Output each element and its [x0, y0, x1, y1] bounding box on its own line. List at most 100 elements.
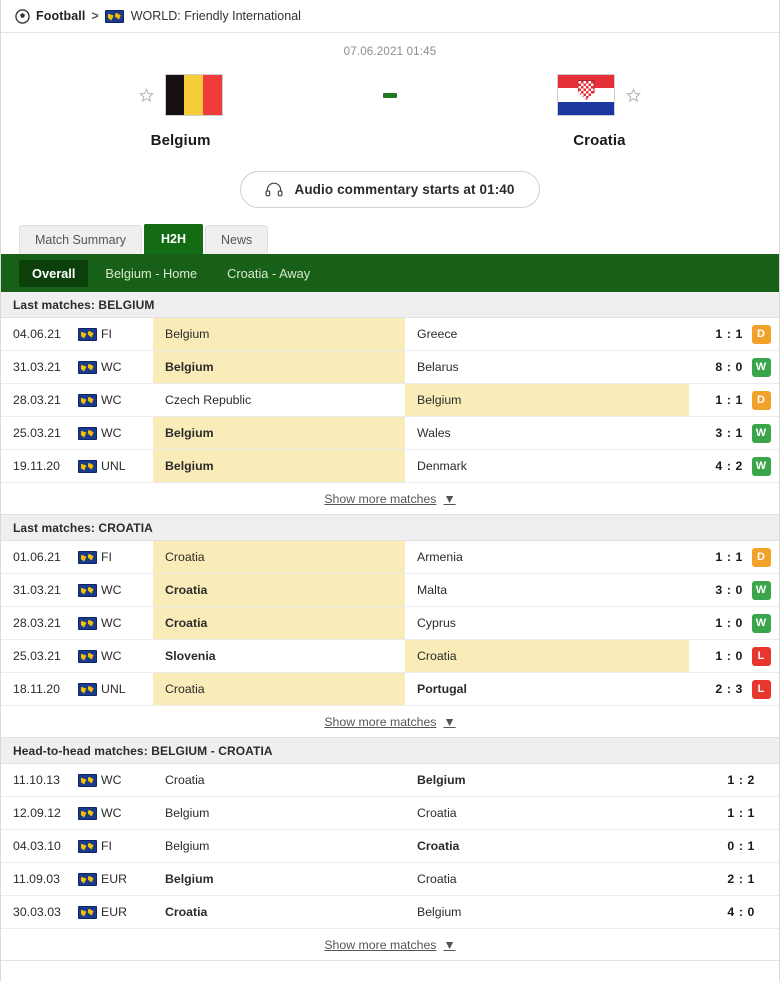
away-team-cell[interactable]: Croatia	[405, 830, 701, 862]
show-more-matches-button[interactable]: Show more matches ▼	[1, 483, 779, 515]
table-row[interactable]: 31.03.21 WC Belgium Belarus 8 : 0 W	[1, 351, 779, 384]
tab-news[interactable]: News	[205, 225, 269, 254]
competition-flag-cell	[73, 574, 101, 606]
home-team-cell[interactable]: Belgium	[153, 863, 405, 895]
table-row[interactable]: 04.03.10 FI Belgium Croatia 0 : 1	[1, 830, 779, 863]
away-team-cell[interactable]: Belgium	[405, 384, 689, 416]
match-score: 0 : 1	[727, 839, 755, 853]
table-row[interactable]: 01.06.21 FI Croatia Armenia 1 : 1 D	[1, 541, 779, 574]
audio-commentary-button[interactable]: Audio commentary starts at 01:40	[240, 171, 540, 208]
away-team-cell[interactable]: Cyprus	[405, 607, 689, 639]
home-team-cell[interactable]: Croatia	[153, 541, 405, 573]
home-team-cell[interactable]: Belgium	[153, 830, 405, 862]
competition-flag-cell	[73, 896, 101, 928]
section-header: Head-to-head matches: BELGIUM - CROATIA	[1, 738, 779, 764]
home-team-cell[interactable]: Belgium	[153, 450, 405, 482]
table-row[interactable]: 18.11.20 UNL Croatia Portugal 2 : 3 L	[1, 673, 779, 706]
home-team-cell[interactable]: Belgium	[153, 318, 405, 350]
home-team-cell[interactable]: Croatia	[153, 764, 405, 796]
match-score: 2 : 3	[715, 682, 743, 696]
table-row[interactable]: 28.03.21 WC Czech Republic Belgium 1 : 1 D	[1, 384, 779, 417]
status-badge: L	[751, 646, 771, 666]
table-row[interactable]: 19.11.20 UNL Belgium Denmark 4 : 2 W	[1, 450, 779, 483]
status-badge: W	[751, 423, 771, 443]
home-team-cell[interactable]: Belgium	[153, 417, 405, 449]
away-team-cell[interactable]: Greece	[405, 318, 689, 350]
competition-code: WC	[101, 616, 122, 630]
tab-match-summary[interactable]: Match Summary	[19, 225, 142, 254]
away-team-cell[interactable]: Wales	[405, 417, 689, 449]
breadcrumb: Football > WORLD: Friendly International	[1, 0, 779, 33]
match-score: 3 : 1	[715, 426, 743, 440]
tab-h2h[interactable]: H2H	[144, 223, 204, 254]
breadcrumb-sport[interactable]: Football	[36, 9, 85, 23]
audio-commentary-wrap: Audio commentary starts at 01:40	[1, 171, 779, 224]
favorite-star-icon-home[interactable]	[138, 87, 154, 103]
home-team-cell[interactable]: Croatia	[153, 896, 405, 928]
subtab-croatia-away[interactable]: Croatia - Away	[214, 260, 323, 287]
table-row[interactable]: 30.03.03 EUR Croatia Belgium 4 : 0	[1, 896, 779, 929]
competition-flag-cell	[73, 351, 101, 383]
status-badge: W	[751, 613, 771, 633]
subtab-belgium-home[interactable]: Belgium - Home	[92, 260, 210, 287]
show-more-matches-button[interactable]: Show more matches ▼	[1, 706, 779, 738]
home-team-cell[interactable]: Croatia	[153, 607, 405, 639]
match-date: 11.09.03	[13, 872, 60, 886]
result-badge-cell: W	[743, 450, 779, 482]
competition-code: WC	[101, 426, 122, 440]
result-badge-cell: L	[743, 673, 779, 705]
match-date: 18.11.20	[13, 682, 60, 696]
result-badge-cell: D	[743, 318, 779, 350]
table-row[interactable]: 11.09.03 EUR Belgium Croatia 2 : 1	[1, 863, 779, 896]
table-row[interactable]: 12.09.12 WC Belgium Croatia 1 : 1	[1, 797, 779, 830]
table-row[interactable]: 11.10.13 WC Croatia Belgium 1 : 2	[1, 764, 779, 797]
home-team-cell[interactable]: Croatia	[153, 673, 405, 705]
away-team-cell[interactable]: Croatia	[405, 863, 701, 895]
subtab-overall[interactable]: Overall	[19, 259, 89, 287]
home-team-cell[interactable]: Czech Republic	[153, 384, 405, 416]
table-row[interactable]: 04.06.21 FI Belgium Greece 1 : 1 D	[1, 318, 779, 351]
competition-flag-icon	[77, 682, 97, 696]
result-badge-cell: W	[743, 607, 779, 639]
away-team-cell[interactable]: Belarus	[405, 351, 689, 383]
away-team-cell[interactable]: Malta	[405, 574, 689, 606]
result-badge-cell: L	[743, 640, 779, 672]
breadcrumb-competition[interactable]: WORLD: Friendly International	[131, 9, 301, 23]
away-team-cell[interactable]: Belgium	[405, 764, 701, 796]
home-team-cell[interactable]: Slovenia	[153, 640, 405, 672]
match-date: 04.03.10	[13, 839, 61, 853]
match-date: 12.09.12	[13, 806, 61, 820]
show-more-matches-button[interactable]: Show more matches ▼	[1, 929, 779, 961]
away-team-name[interactable]: Croatia	[573, 132, 625, 149]
table-row[interactable]: 31.03.21 WC Croatia Malta 3 : 0 W	[1, 574, 779, 607]
away-team-cell[interactable]: Belgium	[405, 896, 701, 928]
competition-flag-icon	[77, 393, 97, 407]
home-team-cell[interactable]: Croatia	[153, 574, 405, 606]
competition-flag-icon	[77, 583, 97, 597]
competition-flag-cell	[73, 797, 101, 829]
status-badge: W	[751, 456, 771, 476]
row-padding	[755, 896, 779, 928]
match-score: 8 : 0	[715, 360, 743, 374]
match-detail-page: Football > WORLD: Friendly International…	[0, 0, 780, 981]
home-team-cell[interactable]: Belgium	[153, 351, 405, 383]
away-team-cell[interactable]: Croatia	[405, 640, 689, 672]
away-team-cell[interactable]: Denmark	[405, 450, 689, 482]
away-team-cell[interactable]: Armenia	[405, 541, 689, 573]
away-team-cell[interactable]: Portugal	[405, 673, 689, 705]
home-team-cell[interactable]: Belgium	[153, 797, 405, 829]
competition-code: EUR	[101, 872, 127, 886]
chevron-down-icon: ▼	[443, 714, 456, 729]
table-row[interactable]: 25.03.21 WC Belgium Wales 3 : 1 W	[1, 417, 779, 450]
competition-code: FI	[101, 327, 112, 341]
section-header: Last matches: CROATIA	[1, 515, 779, 541]
home-team-name[interactable]: Belgium	[151, 132, 211, 149]
table-row[interactable]: 25.03.21 WC Slovenia Croatia 1 : 0 L	[1, 640, 779, 673]
headphones-icon	[265, 182, 283, 197]
favorite-star-icon-away[interactable]	[626, 87, 642, 103]
away-team-cell[interactable]: Croatia	[405, 797, 701, 829]
table-row[interactable]: 28.03.21 WC Croatia Cyprus 1 : 0 W	[1, 607, 779, 640]
status-badge: D	[751, 324, 771, 344]
match-score: 1 : 0	[715, 649, 743, 663]
match-date: 28.03.21	[13, 393, 61, 407]
